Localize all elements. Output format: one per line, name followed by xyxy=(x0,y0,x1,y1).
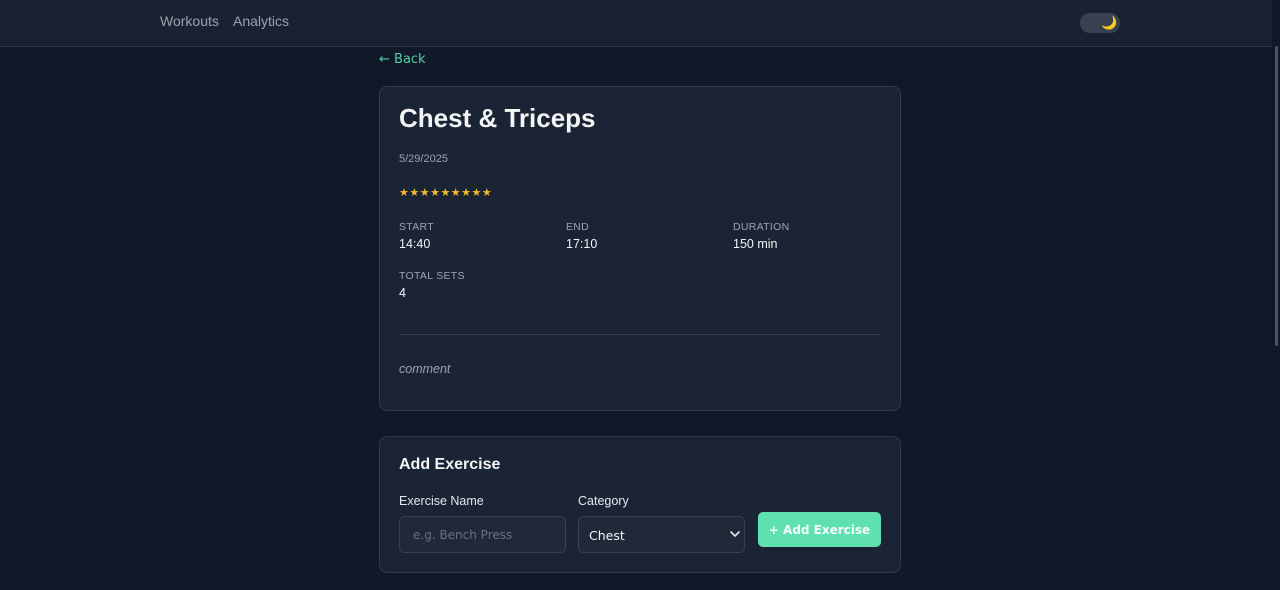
total-sets-label: TOTAL SETS xyxy=(399,270,465,282)
theme-toggle[interactable]: 🌙 xyxy=(1080,13,1120,33)
add-exercise-title: Add Exercise xyxy=(399,456,501,473)
total-sets-value: 4 xyxy=(399,286,406,300)
star-rating: ★★★★★★★★★ xyxy=(399,186,493,199)
workout-detail-card: Chest & Triceps 5/29/2025 ★★★★★★★★★ STAR… xyxy=(379,86,901,411)
workout-title: Chest & Triceps xyxy=(399,103,596,133)
workout-date: 5/29/2025 xyxy=(399,153,448,165)
chevron-down-icon xyxy=(730,531,740,537)
category-select[interactable]: Chest xyxy=(578,516,745,553)
start-value: 14:40 xyxy=(399,237,431,251)
nav-link-workouts[interactable]: Workouts xyxy=(160,13,219,29)
category-selected-value: Chest xyxy=(589,528,625,543)
duration-value: 150 min xyxy=(733,237,778,251)
top-navbar: Workouts Analytics 🌙 xyxy=(0,0,1272,47)
category-label: Category xyxy=(578,494,629,508)
workout-comment: comment xyxy=(399,362,451,376)
moon-icon: 🌙 xyxy=(1101,15,1118,30)
back-link[interactable]: ← Back xyxy=(379,52,426,67)
end-value: 17:10 xyxy=(566,237,598,251)
add-exercise-card: Add Exercise Exercise Name Category Ches… xyxy=(379,436,901,573)
exercise-name-label: Exercise Name xyxy=(399,494,484,508)
nav-link-analytics[interactable]: Analytics xyxy=(233,13,289,29)
add-exercise-button[interactable]: + Add Exercise xyxy=(758,512,881,547)
end-label: END xyxy=(566,221,590,233)
divider xyxy=(399,334,881,335)
exercise-name-input[interactable] xyxy=(399,516,566,553)
start-label: START xyxy=(399,221,434,233)
scrollbar-thumb[interactable] xyxy=(1275,46,1278,346)
duration-label: DURATION xyxy=(733,221,790,233)
